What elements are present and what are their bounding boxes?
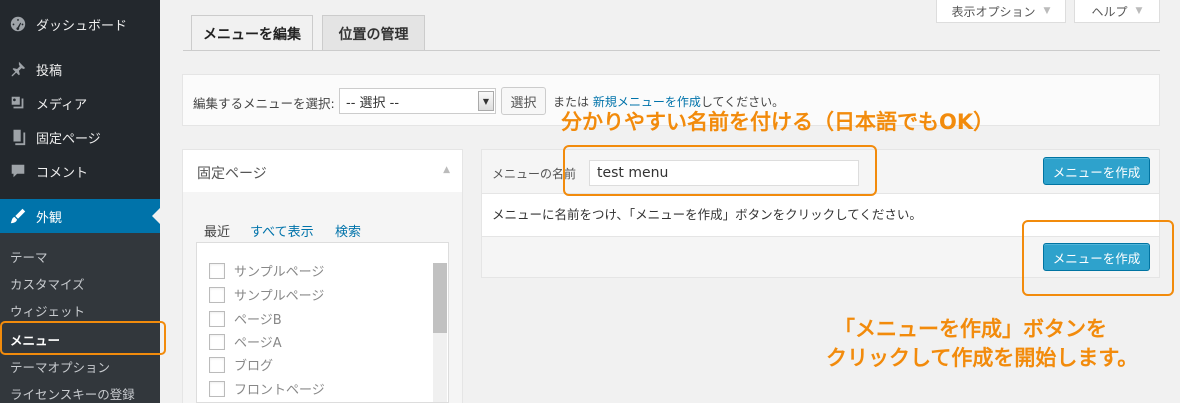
- create-button-highlight-box: [1022, 220, 1174, 296]
- submenu-item-license-key[interactable]: ライセンスキーの登録: [10, 384, 135, 403]
- sidebar-item-label: メディア: [36, 97, 88, 113]
- sidebar-item-label: 投稿: [36, 63, 63, 79]
- page-label: ページA: [234, 336, 282, 351]
- collapse-arrow-icon[interactable]: ▲: [443, 165, 450, 175]
- pages-tab-search[interactable]: 検索: [335, 221, 361, 240]
- checkbox[interactable]: [209, 262, 225, 279]
- sidebar-item-label: 外観: [36, 210, 63, 226]
- submenu-item-customize[interactable]: カスタマイズ: [10, 274, 85, 293]
- tab-manage-locations[interactable]: 位置の管理: [322, 15, 425, 51]
- list-item[interactable]: フロントページ: [209, 379, 325, 398]
- dashboard-icon: [0, 15, 36, 33]
- caret-down-icon: ▼: [1043, 6, 1051, 16]
- sidebar-item-dashboard[interactable]: ダッシュボード: [0, 7, 160, 41]
- screen-options-button[interactable]: 表示オプション ▼: [936, 0, 1066, 23]
- page-label: フロントページ: [234, 383, 325, 398]
- sidebar-item-posts[interactable]: 投稿: [0, 52, 160, 86]
- help-button[interactable]: ヘルプ ▼: [1074, 0, 1160, 23]
- pages-icon: [0, 128, 36, 146]
- checkbox[interactable]: [209, 310, 225, 327]
- screen-options-label: 表示オプション: [951, 4, 1036, 19]
- button-tip-line1: 「メニューを作成」ボタンを: [834, 317, 1107, 341]
- submenu-item-theme-options[interactable]: テーマオプション: [10, 357, 110, 376]
- sidebar-item-label: ダッシュボード: [36, 18, 128, 34]
- menu-highlight-box: [0, 321, 166, 355]
- list-item[interactable]: ページA: [209, 332, 282, 351]
- caret-down-icon: ▼: [1135, 6, 1143, 16]
- appearance-brush-icon: [0, 207, 36, 225]
- menu-select-dropdown[interactable]: -- 選択 -- ▼: [339, 88, 496, 114]
- scrollbar-thumb[interactable]: [433, 263, 447, 333]
- list-item[interactable]: ページB: [209, 309, 282, 328]
- submenu-item-themes[interactable]: テーマ: [10, 247, 48, 266]
- page-label: サンプルページ: [234, 289, 325, 304]
- chevron-down-icon: ▼: [478, 91, 494, 111]
- pages-box-title[interactable]: 固定ページ: [197, 163, 267, 183]
- menu-select-value: -- 選択 --: [346, 95, 400, 111]
- submenu-item-widgets[interactable]: ウィジェット: [10, 301, 85, 320]
- menu-instruction-text: メニューに名前をつけ、「メニューを作成」ボタンをクリックしてください。: [492, 207, 922, 222]
- sidebar-item-pages[interactable]: 固定ページ: [0, 120, 160, 154]
- create-menu-button-top[interactable]: メニューを作成: [1043, 157, 1150, 185]
- list-item[interactable]: サンプルページ: [209, 285, 324, 304]
- pin-icon: [0, 60, 36, 78]
- tab-edit-menus[interactable]: メニューを編集: [191, 15, 313, 51]
- pages-tab-view-all[interactable]: すべて表示: [250, 221, 314, 240]
- page-label: ページB: [234, 313, 282, 328]
- help-label: ヘルプ: [1091, 4, 1128, 19]
- tabs-divider: [183, 50, 1160, 51]
- select-button[interactable]: 選択: [501, 87, 546, 115]
- sidebar-item-appearance[interactable]: 外観: [0, 199, 160, 233]
- page-checklist: サンプルページ サンプルページ ページB ページA ブログ フロントページ: [196, 242, 449, 403]
- sidebar-item-media[interactable]: メディア: [0, 86, 160, 120]
- sidebar-item-comments[interactable]: コメント: [0, 154, 160, 188]
- list-item[interactable]: サンプルページ: [209, 261, 324, 280]
- checkbox[interactable]: [209, 356, 225, 373]
- active-indicator-arrow: [152, 208, 160, 224]
- name-tip-annotation: 分かりやすい名前を付ける（日本語でもOK）: [561, 110, 995, 134]
- select-menu-label: 編集するメニューを選択:: [193, 96, 335, 111]
- sidebar-item-label: 固定ページ: [36, 131, 101, 147]
- name-field-highlight-box: [563, 145, 877, 196]
- page-label: ブログ: [234, 359, 274, 374]
- checkbox[interactable]: [209, 286, 225, 303]
- button-tip-line2: クリックして作成を開始します。: [826, 346, 1139, 370]
- checkbox[interactable]: [209, 333, 225, 350]
- list-item[interactable]: ブログ: [209, 355, 273, 374]
- comment-icon: [0, 162, 36, 180]
- sidebar-item-label: コメント: [36, 165, 89, 181]
- page-label: サンプルページ: [234, 265, 325, 280]
- media-icon: [0, 94, 36, 112]
- pages-tab-recent[interactable]: 最近: [204, 221, 230, 240]
- checkbox[interactable]: [209, 380, 225, 397]
